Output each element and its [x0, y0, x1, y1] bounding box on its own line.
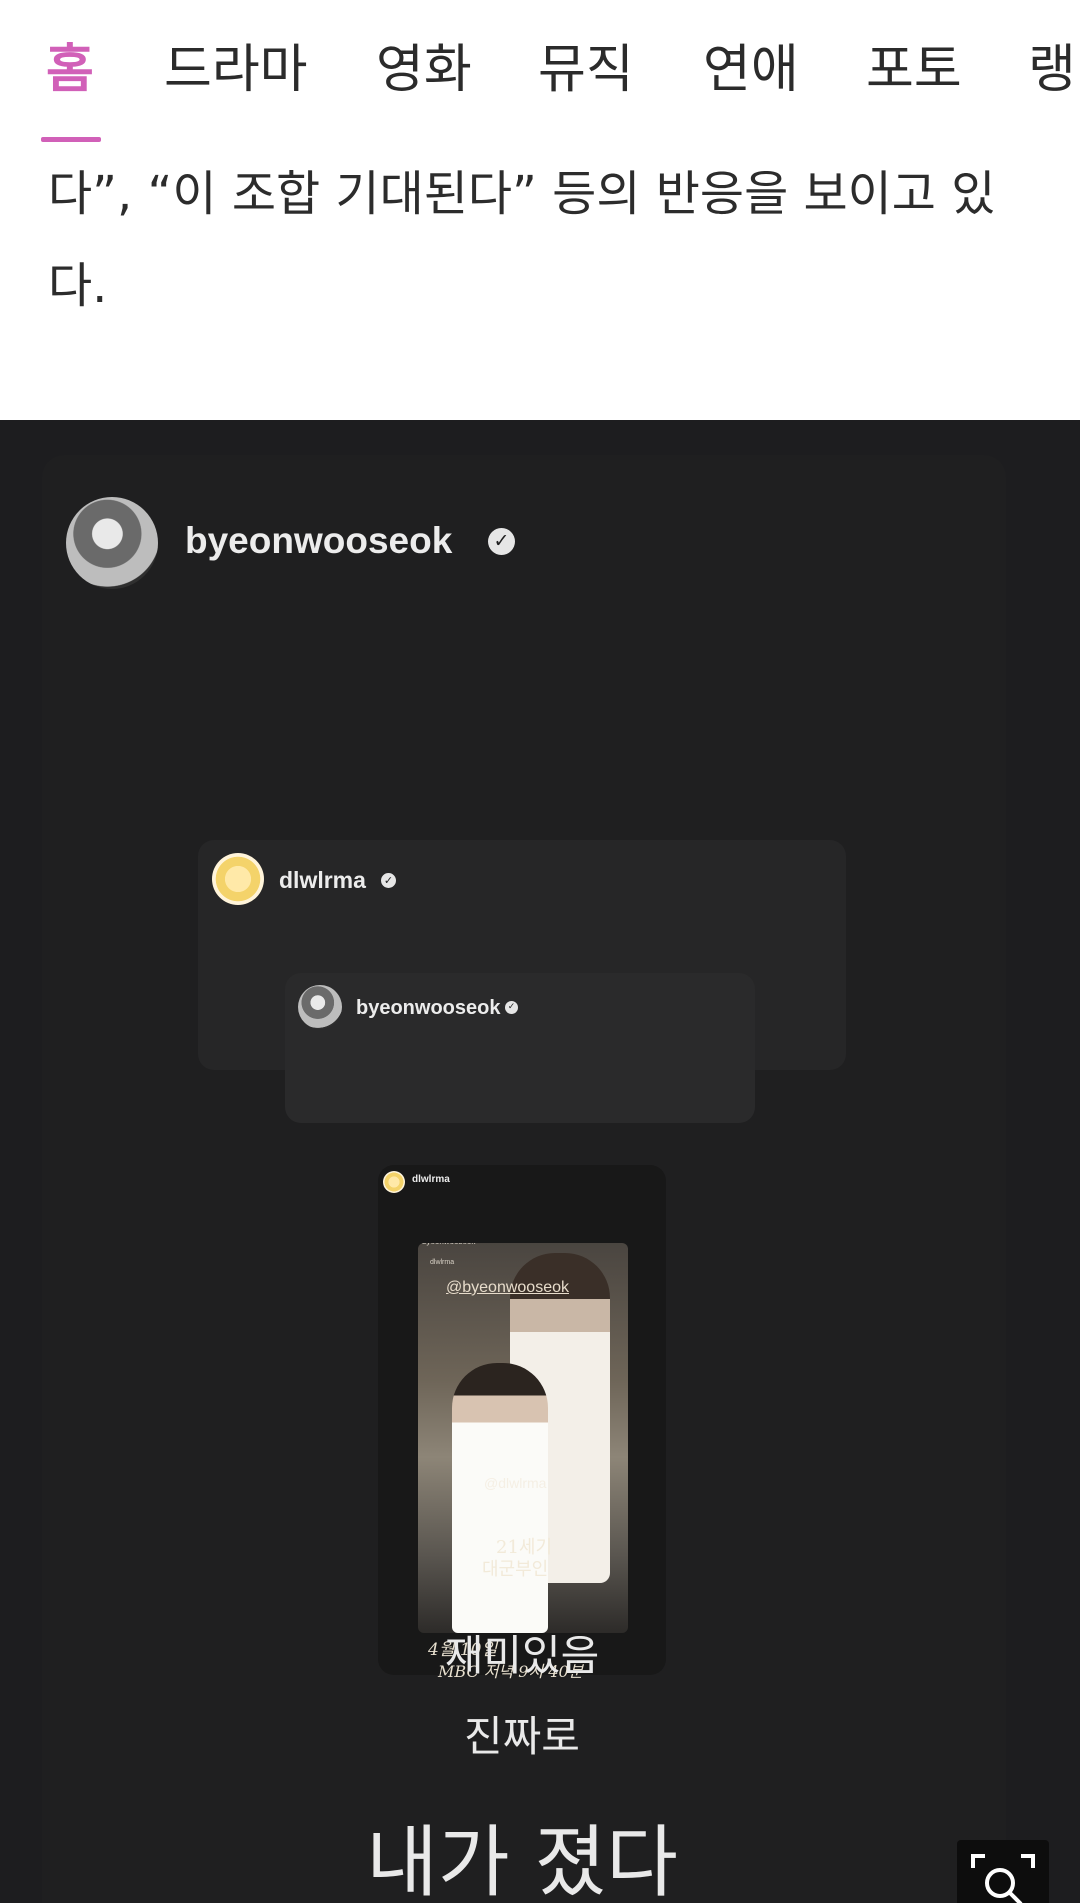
story-frame: byeonwooseok ✓ dlwlrma ✓ byeonwooseok ✓ …: [42, 455, 1006, 1903]
story-caption-1: 재미있음: [444, 1631, 600, 1680]
active-tab-indicator: [41, 137, 101, 142]
poster-mention: @byeonwooseok: [446, 1279, 569, 1296]
verified-badge-icon: ✓: [505, 1001, 518, 1014]
nested-avatar-2: [298, 985, 342, 1029]
tab-home[interactable]: 홈: [46, 30, 94, 110]
poster-figure: [452, 1363, 548, 1633]
poster-username-1: byeonwooseok: [422, 1243, 475, 1246]
nested-username-2: byeonwooseok: [356, 997, 501, 1019]
story-caption-2: 진짜로: [464, 1712, 580, 1761]
drama-poster: byeonwooseok dlwlrma @byeonwooseok @dlwl…: [418, 1243, 628, 1633]
article-image[interactable]: byeonwooseok ✓ dlwlrma ✓ byeonwooseok ✓ …: [0, 420, 1080, 1903]
tab-drama[interactable]: 드라마: [164, 30, 308, 110]
tab-movie[interactable]: 영화: [376, 30, 472, 110]
zoom-in-icon: [971, 1854, 1035, 1903]
category-tab-bar: 홈 드라마 영화 뮤직 연애 포토 랭: [0, 0, 1080, 142]
nested-username-3: dlwlrma: [412, 1174, 450, 1185]
verified-badge-icon: ✓: [488, 528, 515, 555]
poster-mention-2: @dlwlrma: [484, 1475, 547, 1491]
story-username: byeonwooseok: [185, 520, 453, 561]
poster-username-2: dlwlrma: [430, 1259, 455, 1266]
article-paragraph: 다”, “이 조합 기대된다” 등의 반응을 보이고 있다.: [48, 166, 996, 314]
zoom-in-button[interactable]: [957, 1840, 1049, 1903]
profile-avatar: [66, 497, 158, 589]
tab-photo[interactable]: 포토: [866, 30, 962, 110]
reshared-story-card: [285, 973, 755, 1123]
verified-badge-icon: ✓: [381, 873, 396, 888]
story-caption-3: 내가 졌다: [366, 1818, 678, 1903]
tab-music[interactable]: 뮤직: [538, 30, 634, 110]
nested-avatar-1: [212, 853, 264, 905]
tab-ranking[interactable]: 랭: [1028, 30, 1076, 110]
tab-entertainment[interactable]: 연애: [703, 30, 799, 110]
nested-username-1: dlwlrma: [279, 867, 366, 893]
poster-title-2: 대군부인: [482, 1559, 549, 1580]
nested-avatar-3: [383, 1171, 405, 1193]
